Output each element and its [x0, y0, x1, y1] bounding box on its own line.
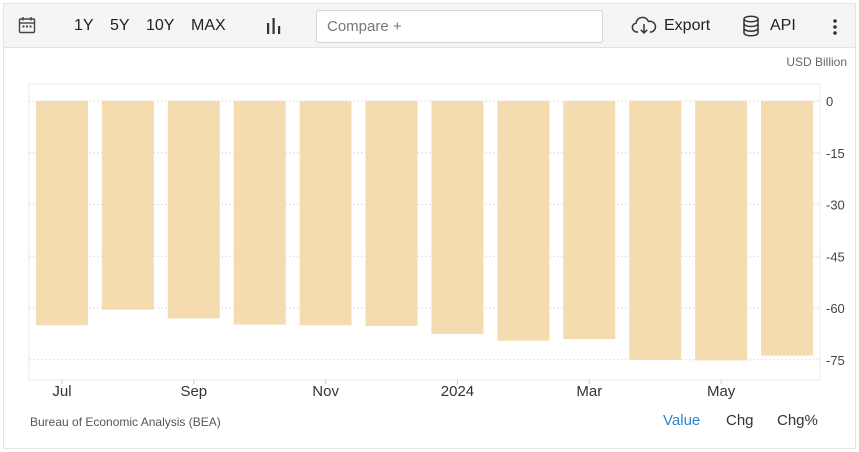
y-axis: 0 -15 -30 -45 -60 -75 [826, 94, 845, 368]
mode-chg-pct-tab[interactable]: Chg% [777, 412, 818, 429]
x-tick-label: 2024 [441, 383, 474, 400]
y-tick-label: -45 [826, 249, 845, 264]
mode-value-tab[interactable]: Value [663, 412, 700, 429]
bar [497, 101, 550, 341]
bar [431, 101, 484, 334]
x-tick-label: Sep [180, 383, 207, 400]
bar [695, 101, 748, 361]
bar [761, 101, 814, 356]
mode-chg-tab[interactable]: Chg [726, 412, 754, 429]
bar [35, 101, 88, 326]
y-tick-label: -60 [826, 301, 845, 316]
x-tick-label: May [707, 383, 736, 400]
bar [365, 101, 418, 326]
x-tick-label: Mar [576, 383, 602, 400]
x-axis: Jul Sep Nov 2024 Mar May [52, 380, 736, 400]
y-tick-label: -30 [826, 198, 845, 213]
bar-chart: 0 -15 -30 -45 -60 -75 Jul Sep Nov 2024 Mar May [28, 83, 845, 400]
bar [167, 101, 220, 319]
bar [101, 101, 154, 310]
source-label: Bureau of Economic Analysis (BEA) [30, 415, 221, 429]
x-tick-label: Nov [312, 383, 339, 400]
y-tick-label: 0 [826, 94, 833, 109]
x-tick-label: Jul [52, 383, 71, 400]
y-tick-label: -15 [826, 146, 845, 161]
y-tick-label: -75 [826, 353, 845, 368]
bar-layer [35, 101, 814, 361]
bar [299, 101, 352, 326]
bar [233, 101, 286, 325]
bar [629, 101, 682, 360]
bar [563, 101, 616, 340]
